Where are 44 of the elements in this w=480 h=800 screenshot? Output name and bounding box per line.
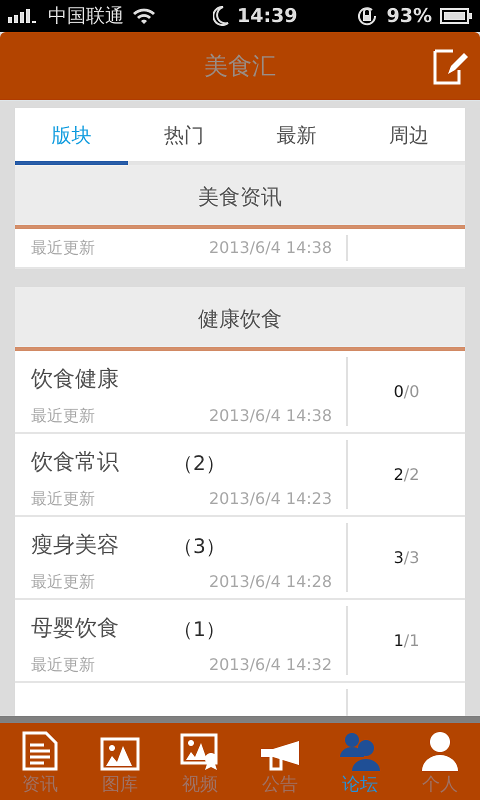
- post-count: 3/3: [394, 546, 420, 568]
- edit-icon: [432, 48, 468, 86]
- section-header: 健康饮食: [15, 287, 465, 351]
- document-icon: [22, 731, 58, 771]
- meta-label: 最近更新: [31, 488, 95, 510]
- board-name: 饮食健康: [31, 366, 119, 394]
- update-time: 2013/6/4 14:23: [208, 488, 332, 510]
- forum-row[interactable]: 母婴饮食 （1） 最近更新 2013/6/4 14:32 1/1: [15, 600, 465, 683]
- wifi-icon: [132, 7, 156, 25]
- post-count: 1/1: [394, 630, 420, 652]
- battery-percent: 93%: [386, 4, 432, 29]
- update-time: 2013/6/4 14:28: [208, 571, 332, 593]
- meta-label: 最近更新: [31, 654, 95, 676]
- clock-time: 14:39: [237, 4, 298, 29]
- compose-button[interactable]: [432, 48, 468, 86]
- meta-label: 最近更新: [31, 405, 95, 427]
- app-title: 美食汇: [204, 51, 276, 82]
- update-time: 2013/6/4 14:38: [208, 405, 332, 427]
- section-header: 美食资讯: [15, 165, 465, 229]
- board-name: 瘦身美容: [31, 532, 119, 560]
- person-icon: [421, 731, 459, 771]
- board-name: 饮食常识: [31, 449, 119, 477]
- users-icon: [340, 731, 380, 771]
- forum-row[interactable]: 饮食健康 最近更新 2013/6/4 14:38 0/0: [15, 351, 465, 434]
- meta-label: 最近更新: [31, 237, 95, 259]
- image-icon: [100, 737, 140, 771]
- moon-icon: [213, 6, 230, 26]
- forum-row[interactable]: 饮食常识 （2） 最近更新 2013/6/4 14:23 2/2: [15, 434, 465, 517]
- topic-count: （1）: [173, 616, 226, 642]
- update-time: 2013/6/4 14:32: [208, 654, 332, 676]
- image-award-icon: [180, 733, 220, 771]
- topic-count: （3）: [173, 532, 226, 560]
- carrier-name: 中国联通: [48, 4, 124, 29]
- forum-row[interactable]: 最近更新 2013/6/4 14:38: [15, 229, 465, 269]
- meta-label: 最近更新: [31, 571, 95, 593]
- forum-row[interactable]: 瘦身美容 （3） 最近更新 2013/6/4 14:28 3/3: [15, 517, 465, 600]
- update-time: 2013/6/4 14:38: [208, 237, 332, 259]
- post-count: 0/0: [394, 380, 420, 402]
- post-count: 2/2: [394, 464, 420, 486]
- megaphone-icon: [259, 739, 301, 771]
- battery-icon: [440, 8, 472, 24]
- topic-count: （2）: [173, 450, 226, 476]
- nav-tab[interactable]: 论坛: [320, 723, 400, 800]
- board-name: 母婴饮食: [31, 615, 119, 643]
